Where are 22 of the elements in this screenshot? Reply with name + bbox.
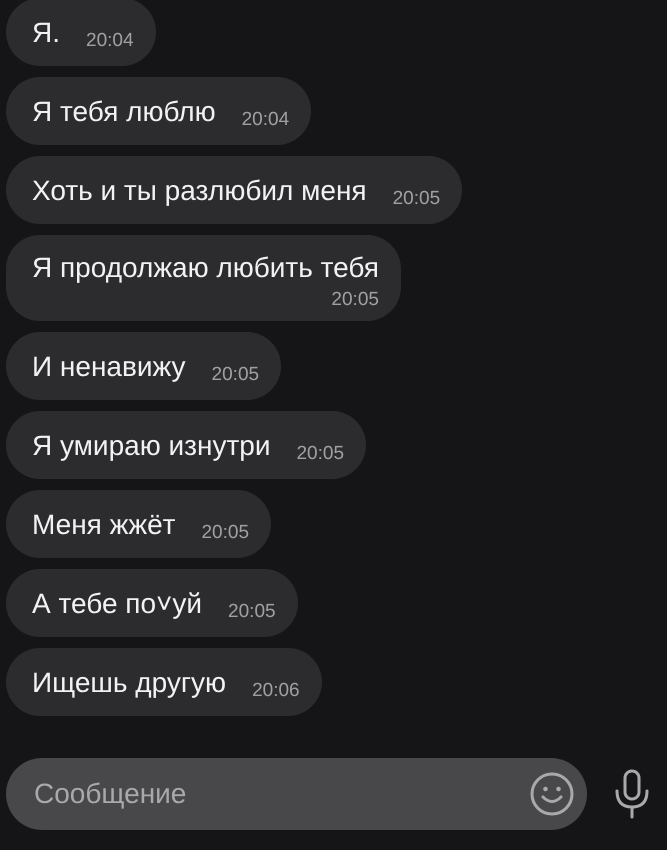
message-text: Ищешь другую [32, 666, 226, 700]
message-text: Я умираю изнутри [32, 429, 270, 463]
message-text: И ненавижу [32, 350, 186, 384]
message-text: Хоть и ты разлюбил меня [32, 174, 367, 208]
message-text: А тебе по˅уй [32, 587, 202, 621]
message-time: 20:04 [86, 30, 134, 52]
message-text: Я тебя люблю [32, 95, 216, 129]
message-time: 20:06 [252, 680, 300, 702]
message-text: Меня жжёт [32, 508, 176, 542]
microphone-icon[interactable] [613, 769, 651, 819]
message-time: 20:05 [392, 188, 440, 210]
smiley-icon[interactable] [529, 771, 575, 817]
message-time: 20:04 [242, 109, 290, 131]
message-text: Я. [32, 16, 60, 50]
message-field[interactable]: Сообщение [32, 777, 529, 811]
message-time: 20:05 [201, 522, 250, 544]
message-time: 20:05 [331, 289, 379, 311]
message-text: Я продолжаю любить тебя [32, 251, 379, 285]
message-time: 20:05 [296, 443, 344, 465]
message-time: 20:05 [228, 601, 276, 623]
message-field-box[interactable]: Сообщение [6, 758, 587, 830]
message-time: 20:05 [212, 364, 260, 386]
